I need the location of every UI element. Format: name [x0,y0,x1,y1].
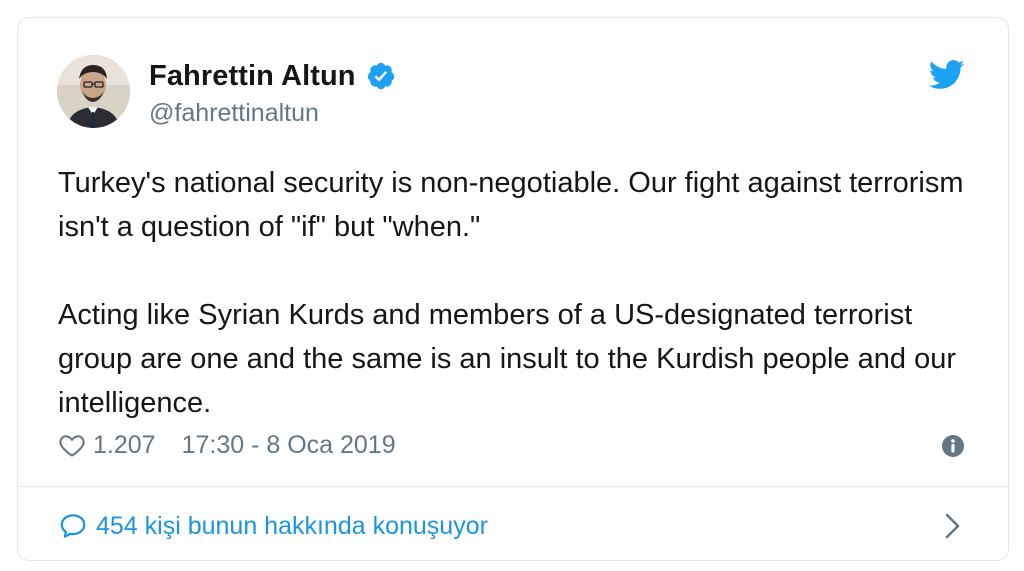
embedded-tweet-card[interactable]: Fahrettin Altun @fahrettinaltun Turkey's… [17,17,1009,561]
heart-icon[interactable] [58,431,86,459]
tweet-text: Turkey's national security is non-negoti… [58,161,978,425]
tweet-header: Fahrettin Altun @fahrettinaltun [18,18,1008,138]
tweet-paragraph-2: Acting like Syrian Kurds and members of … [58,299,956,419]
author-block: Fahrettin Altun @fahrettinaltun [149,59,396,128]
avatar[interactable] [57,55,130,128]
tweet-meta-row: 1.207 17:30 - 8 Oca 2019 [58,428,968,462]
author-name[interactable]: Fahrettin Altun [149,60,356,93]
verified-badge-icon [366,61,396,91]
speech-bubble-icon [58,511,88,541]
tweet-paragraph-1: Turkey's national security is non-negoti… [58,167,964,243]
conversation-link[interactable]: 454 kişi bunun hakkında konuşuyor [58,506,968,546]
twitter-bird-icon[interactable] [928,60,965,90]
chevron-right-icon[interactable] [944,511,962,541]
conversation-label[interactable]: 454 kişi bunun hakkında konuşuyor [96,512,488,541]
info-icon[interactable] [941,434,965,458]
divider [18,486,1008,487]
author-handle[interactable]: @fahrettinaltun [149,99,396,128]
like-count[interactable]: 1.207 [93,431,156,460]
author-name-row: Fahrettin Altun [149,59,396,93]
tweet-timestamp[interactable]: 17:30 - 8 Oca 2019 [182,431,396,460]
avatar-image [57,55,130,128]
